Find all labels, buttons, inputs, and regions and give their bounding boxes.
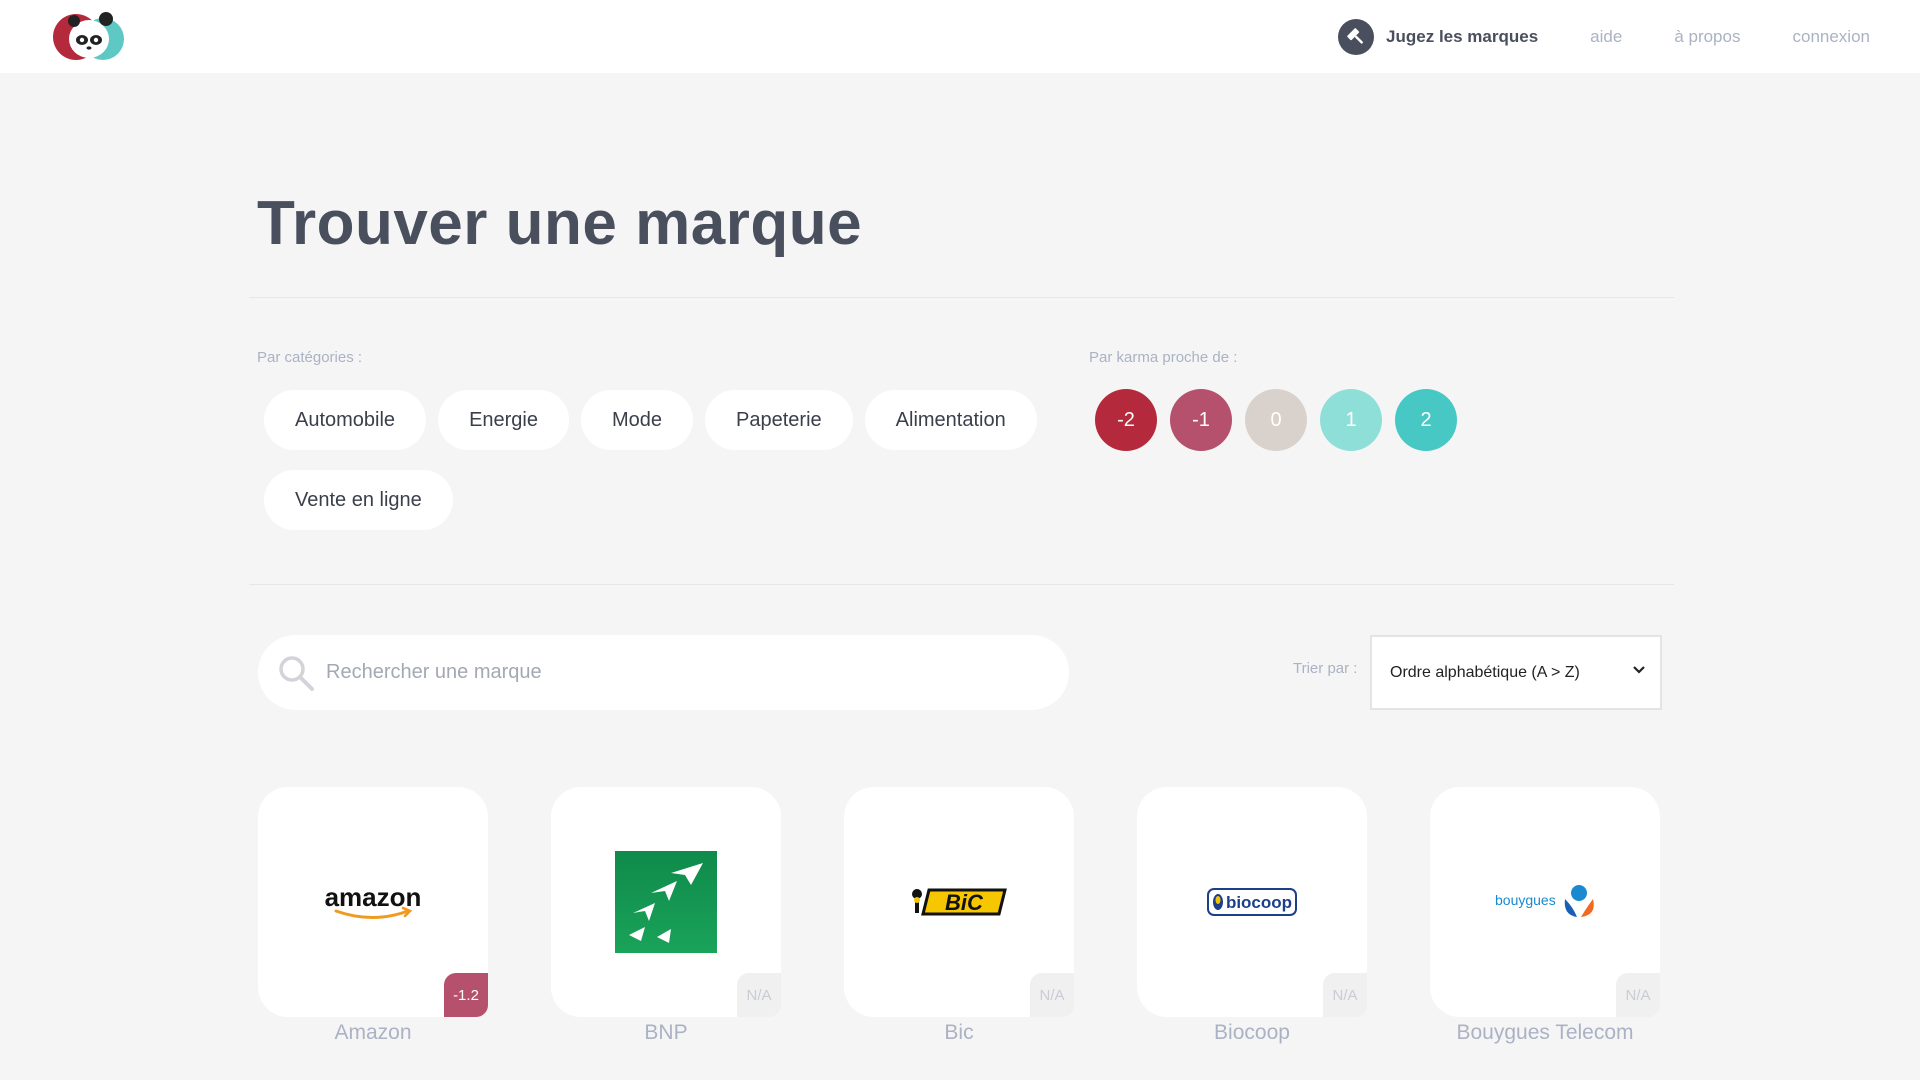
divider-top: [249, 297, 1674, 298]
judge-brands-label: Jugez les marques: [1386, 27, 1539, 46]
karma-button-2[interactable]: 2: [1395, 389, 1457, 451]
karma-score-badge: N/A: [1030, 973, 1074, 1017]
brand-card-biocoop[interactable]: biocoop N/A Biocoop: [1137, 787, 1367, 1045]
brand-card-bouygues-telecom[interactable]: bouygues N/A Bouygues Telecom: [1430, 787, 1660, 1045]
divider-middle: [249, 584, 1674, 585]
biocoop-logo-text: biocoop: [1226, 893, 1292, 912]
category-chips: Automobile Energie Mode Papeterie Alimen…: [264, 390, 1064, 530]
biocoop-logo-icon: biocoop: [1207, 888, 1297, 916]
karma-score-badge: N/A: [737, 973, 781, 1017]
brand-name: BNP: [644, 1021, 688, 1044]
brand-tile: BiC N/A: [844, 787, 1074, 1017]
brand-tile: biocoop N/A: [1137, 787, 1367, 1017]
categories-filter-label: Par catégories :: [257, 349, 363, 366]
category-chip-mode[interactable]: Mode: [581, 390, 694, 450]
category-chip-automobile[interactable]: Automobile: [264, 390, 427, 450]
search-icon: [279, 655, 314, 691]
nav-link-login[interactable]: connexion: [1792, 27, 1870, 47]
bnp-logo-icon: [615, 851, 717, 953]
bouygues-logo-icon: bouygues: [1495, 885, 1594, 917]
karma-score-badge: N/A: [1323, 973, 1367, 1017]
brand-tile: amazon -1.2: [258, 787, 488, 1017]
brand-tile: bouygues N/A: [1430, 787, 1660, 1017]
karma-button-0[interactable]: 0: [1245, 389, 1307, 451]
karma-filter-label: Par karma proche de :: [1089, 349, 1238, 366]
karma-filter: -2 -1 0 1 2: [1095, 389, 1457, 451]
brand-name: Amazon: [334, 1021, 412, 1044]
category-chip-alimentation[interactable]: Alimentation: [864, 390, 1037, 450]
main-nav: Jugez les marques aide à propos connexio…: [1338, 19, 1870, 55]
category-chip-energie[interactable]: Energie: [438, 390, 569, 450]
sort-select[interactable]: Ordre alphabétique (A > Z): [1370, 635, 1662, 710]
brand-name: Bouygues Telecom: [1456, 1021, 1634, 1044]
karma-score-badge: N/A: [1616, 973, 1660, 1017]
page-title: Trouver une marque: [257, 189, 863, 258]
amazon-logo-icon: amazon: [325, 882, 422, 919]
brand-card-bnp[interactable]: N/A BNP: [551, 787, 781, 1045]
bic-logo-icon: BiC: [912, 888, 1007, 916]
judge-brands-link[interactable]: Jugez les marques: [1338, 19, 1538, 55]
nav-link-help[interactable]: aide: [1590, 27, 1622, 47]
brand-card-bic[interactable]: BiC N/A Bic: [844, 787, 1074, 1045]
search-bar: [258, 635, 1069, 710]
panda-logo-icon[interactable]: [51, 12, 127, 62]
sort-label: Trier par :: [1293, 660, 1358, 677]
category-chip-papeterie[interactable]: Papeterie: [705, 390, 853, 450]
bouygues-logo-text: bouygues: [1495, 892, 1556, 908]
gavel-icon: [1338, 19, 1375, 55]
top-navigation-bar: Jugez les marques aide à propos connexio…: [0, 0, 1920, 73]
karma-score-badge: -1.2: [444, 973, 488, 1017]
brand-name: Bic: [944, 1021, 974, 1044]
brand-card-amazon[interactable]: amazon -1.2 Amazon: [258, 787, 488, 1045]
nav-link-about[interactable]: à propos: [1674, 27, 1740, 47]
karma-button-minus-2[interactable]: -2: [1095, 389, 1157, 451]
sort-selected-value: Ordre alphabétique (A > Z): [1390, 663, 1580, 681]
karma-button-minus-1[interactable]: -1: [1170, 389, 1232, 451]
chevron-down-icon: [1633, 666, 1645, 674]
karma-button-1[interactable]: 1: [1320, 389, 1382, 451]
search-input[interactable]: [324, 660, 1008, 685]
brand-name: Biocoop: [1214, 1021, 1290, 1044]
bic-logo-text: BiC: [945, 890, 984, 915]
brand-tile: N/A: [551, 787, 781, 1017]
amazon-logo-text: amazon: [325, 882, 422, 912]
category-chip-vente-en-ligne[interactable]: Vente en ligne: [264, 470, 453, 530]
brand-grid: amazon -1.2 Amazon N/A BNP BiC N/A Bic b…: [258, 787, 1660, 1045]
